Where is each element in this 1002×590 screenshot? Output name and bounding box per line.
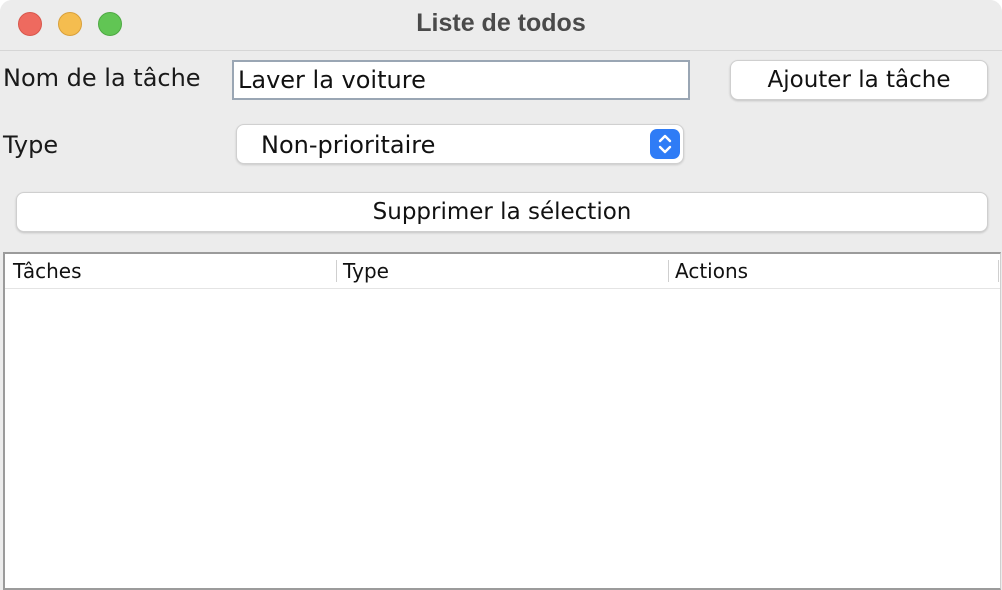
add-task-button[interactable]: Ajouter la tâche xyxy=(730,60,988,100)
close-window-button[interactable] xyxy=(18,12,42,36)
type-select[interactable]: Non-prioritaire xyxy=(236,124,684,164)
column-header-type[interactable]: Type xyxy=(337,254,667,288)
tasks-table[interactable]: Tâches Type Actions xyxy=(3,252,1001,590)
task-name-input[interactable] xyxy=(232,60,690,100)
type-label: Type xyxy=(3,131,59,159)
up-down-chevron-icon xyxy=(650,129,680,159)
task-name-label: Nom de la tâche xyxy=(3,64,201,92)
maximize-window-button[interactable] xyxy=(98,12,122,36)
type-select-value: Non-prioritaire xyxy=(261,131,436,159)
minimize-window-button[interactable] xyxy=(58,12,82,36)
column-header-actions[interactable]: Actions xyxy=(669,254,997,288)
app-window: Liste de todos Nom de la tâche Ajouter l… xyxy=(0,0,1002,590)
table-header: Tâches Type Actions xyxy=(5,254,1000,289)
delete-selection-button[interactable]: Supprimer la sélection xyxy=(16,192,988,232)
column-divider[interactable] xyxy=(998,260,999,282)
column-header-tasks[interactable]: Tâches xyxy=(7,254,337,288)
title-bar: Liste de todos xyxy=(0,0,1002,51)
window-title: Liste de todos xyxy=(416,9,586,37)
